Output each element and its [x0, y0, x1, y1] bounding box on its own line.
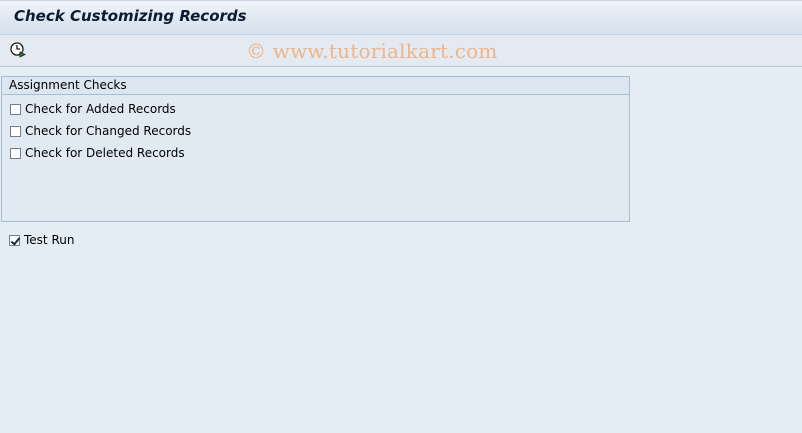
test-run-checkbox[interactable]	[9, 234, 20, 246]
check-deleted-label: Check for Deleted Records	[25, 146, 185, 160]
group-title: Assignment Checks	[2, 77, 629, 95]
check-added-row[interactable]: Check for Added Records	[10, 101, 176, 117]
execute-button[interactable]	[9, 41, 27, 59]
title-bar: Check Customizing Records	[0, 0, 802, 34]
application-toolbar: © www.tutorialkart.com	[0, 34, 802, 67]
check-deleted-row[interactable]: Check for Deleted Records	[10, 145, 185, 161]
assignment-checks-group: Assignment Checks Check for Added Record…	[1, 76, 630, 222]
test-run-row[interactable]: Test Run	[9, 232, 74, 248]
execute-clock-icon	[10, 42, 26, 58]
check-added-label: Check for Added Records	[25, 102, 176, 116]
watermark-text: © www.tutorialkart.com	[246, 39, 498, 63]
check-added-checkbox[interactable]	[10, 103, 21, 115]
test-run-label: Test Run	[24, 233, 75, 247]
page-title: Check Customizing Records	[14, 7, 247, 25]
check-deleted-checkbox[interactable]	[10, 147, 21, 159]
check-changed-label: Check for Changed Records	[25, 124, 192, 138]
check-changed-row[interactable]: Check for Changed Records	[10, 123, 191, 139]
check-changed-checkbox[interactable]	[10, 125, 21, 137]
